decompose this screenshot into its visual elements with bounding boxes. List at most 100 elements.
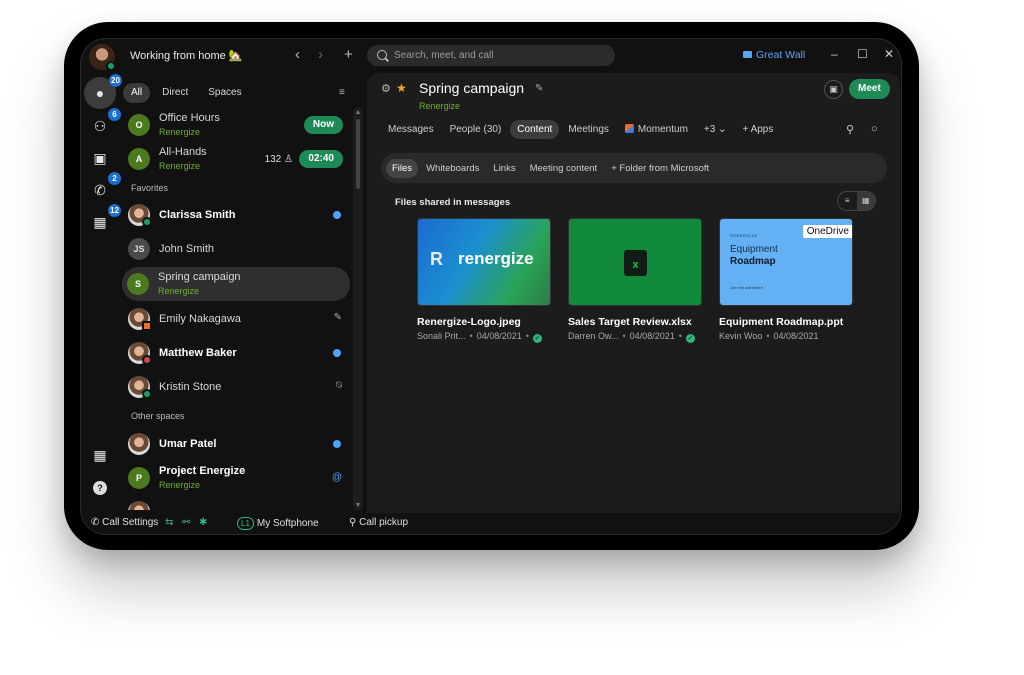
list-filter-tabs: All Direct Spaces bbox=[123, 83, 250, 103]
scroll-up-icon[interactable]: ▲ bbox=[354, 109, 362, 116]
list-item-name: Kristin Stone bbox=[159, 381, 222, 393]
other-spaces-label: Other spaces bbox=[131, 411, 185, 421]
excel-icon: x bbox=[624, 250, 647, 276]
search-input[interactable]: Search, meet, and call bbox=[367, 45, 615, 66]
filter-direct[interactable]: Direct bbox=[154, 83, 196, 103]
space-team[interactable]: Renergize bbox=[419, 101, 460, 111]
rail-teams[interactable]: ⚇ 6 bbox=[85, 108, 121, 141]
filter-spaces[interactable]: Spaces bbox=[200, 83, 249, 103]
file-thumbnail: x bbox=[568, 218, 702, 306]
meet-button[interactable]: Meet bbox=[849, 79, 890, 99]
presence-dnd-icon bbox=[142, 355, 152, 365]
call-pickup-icon: ⚲ bbox=[349, 517, 357, 528]
list-item-name: Matthew Baker bbox=[159, 347, 237, 359]
subtab-meeting-content[interactable]: Meeting content bbox=[524, 159, 604, 178]
tab-momentum[interactable]: Momentum bbox=[618, 120, 695, 139]
schedule-meeting-button[interactable]: ▣ bbox=[824, 80, 843, 99]
scroll-thumb[interactable] bbox=[356, 119, 360, 189]
filter-icon[interactable]: ≡ bbox=[339, 87, 348, 98]
tab-messages[interactable]: Messages bbox=[381, 120, 441, 139]
meeting-timer-button[interactable]: 02:40 bbox=[299, 150, 343, 168]
new-button[interactable]: + bbox=[344, 46, 353, 64]
user-avatar[interactable] bbox=[89, 44, 116, 71]
rail-apps[interactable]: ▦ bbox=[85, 440, 115, 470]
tab-content[interactable]: Content bbox=[510, 120, 560, 139]
close-button[interactable]: ✕ bbox=[884, 47, 894, 61]
tab-people[interactable]: People (30) bbox=[443, 120, 509, 139]
phone-icon: ✆ bbox=[94, 181, 106, 198]
list-scrollbar[interactable]: ▲ ▼ bbox=[353, 107, 363, 511]
thumbnail-footer: Join the adventure bbox=[730, 285, 763, 290]
list-item-matthew-baker[interactable]: Matthew Baker bbox=[123, 337, 351, 369]
rail-help[interactable]: ? bbox=[85, 473, 115, 503]
list-item-partial[interactable] bbox=[123, 496, 351, 510]
momentum-icon bbox=[624, 124, 634, 133]
file-card-equipment-roadmap[interactable]: RENERGIZE Equipment Roadmap Join the adv… bbox=[719, 218, 855, 341]
subtab-whiteboards[interactable]: Whiteboards bbox=[420, 159, 485, 178]
list-item-project-energize[interactable]: P Project Energize Renergize @ bbox=[123, 462, 351, 494]
grid-view-icon[interactable]: ▦ bbox=[856, 192, 875, 210]
search-space-icon[interactable]: ○ bbox=[871, 123, 878, 135]
minimize-button[interactable]: – bbox=[831, 47, 838, 61]
favorite-star-icon[interactable]: ★ bbox=[396, 81, 407, 95]
rail-meetings[interactable]: ▦ 12 bbox=[85, 204, 121, 237]
location-button[interactable]: Great Wall bbox=[743, 49, 805, 61]
file-card-sales-target-review[interactable]: x Sales Target Review.xlsx Darren Ow... •… bbox=[568, 218, 704, 343]
file-name: Sales Target Review.xlsx bbox=[568, 316, 692, 328]
line-tag: L1 bbox=[237, 517, 254, 530]
subtab-files[interactable]: Files bbox=[386, 158, 419, 178]
voicemail-icon[interactable]: ⚯ bbox=[182, 517, 190, 528]
pin-people-icon[interactable]: ⚲ bbox=[846, 123, 854, 136]
tab-momentum-label: Momentum bbox=[637, 124, 688, 135]
join-now-button[interactable]: Now bbox=[303, 116, 343, 134]
call-pickup-button[interactable]: ⚲ Call pickup bbox=[349, 517, 408, 528]
forward-call-icon[interactable]: ⇆ bbox=[165, 517, 173, 528]
maximize-button[interactable]: ☐ bbox=[857, 47, 868, 61]
list-item-name: John Smith bbox=[159, 243, 215, 255]
list-item-john-smith[interactable]: JS John Smith bbox=[123, 233, 351, 265]
help-icon: ? bbox=[93, 481, 107, 495]
tab-add-apps[interactable]: + Apps bbox=[735, 120, 780, 139]
calendar-plus-icon: ▣ bbox=[829, 84, 838, 94]
file-name: Renergize-Logo.jpeg bbox=[417, 316, 521, 328]
settings-gear-icon[interactable]: ⚙ bbox=[381, 82, 391, 95]
avatar bbox=[128, 433, 150, 455]
status-message[interactable]: Working from home 🏡 bbox=[130, 49, 243, 62]
rail-contacts[interactable]: ▣ bbox=[85, 143, 115, 173]
back-button[interactable]: ‹ bbox=[295, 46, 300, 64]
list-item-emily-nakagawa[interactable]: Emily Nakagawa ✎ bbox=[123, 303, 351, 335]
space-avatar: P bbox=[128, 467, 150, 489]
subtab-links[interactable]: Links bbox=[487, 159, 521, 178]
renergize-logo-icon: R bbox=[430, 249, 443, 269]
list-item-all-hands[interactable]: A All-Hands Renergize 132 ♙ 02:40 bbox=[123, 143, 351, 175]
scroll-down-icon[interactable]: ▼ bbox=[354, 502, 362, 509]
contacts-icon: ▣ bbox=[93, 149, 107, 166]
list-item-name: Clarissa Smith bbox=[159, 209, 236, 221]
list-item-kristin-stone[interactable]: Kristin Stone ⍉ bbox=[123, 371, 351, 403]
presence-presenting-icon bbox=[142, 321, 152, 331]
list-item-office-hours[interactable]: O Office Hours Renergize Now bbox=[123, 109, 351, 141]
call-pickup-label: Call pickup bbox=[359, 517, 409, 528]
forward-button[interactable]: › bbox=[318, 46, 323, 64]
tab-more[interactable]: +3 ⌄ bbox=[697, 120, 734, 139]
list-item-clarissa-smith[interactable]: Clarissa Smith bbox=[123, 199, 351, 231]
list-item-umar-patel[interactable]: Umar Patel bbox=[123, 428, 351, 460]
onedrive-tag: OneDrive bbox=[802, 225, 852, 238]
rail-messaging[interactable]: ● 20 bbox=[84, 74, 122, 109]
list-view-icon[interactable]: ≡ bbox=[838, 192, 857, 210]
call-settings-button[interactable]: ✆ Call Settings bbox=[91, 517, 158, 528]
bluetooth-headset-icon[interactable]: ✱ bbox=[199, 517, 207, 528]
file-author: Sonali Prit... bbox=[417, 331, 466, 341]
softphone-button[interactable]: L1 My Softphone bbox=[237, 517, 319, 530]
search-placeholder: Search, meet, and call bbox=[394, 50, 494, 61]
subtab-folder-from-microsoft[interactable]: + Folder from Microsoft bbox=[605, 159, 715, 178]
tab-meetings[interactable]: Meetings bbox=[561, 120, 616, 139]
edit-pencil-icon[interactable]: ✎ bbox=[535, 83, 543, 94]
filter-all[interactable]: All bbox=[123, 83, 151, 103]
rail-calling[interactable]: ✆ 2 bbox=[85, 172, 121, 205]
file-card-renergize-logo[interactable]: R renergize Renergize-Logo.jpeg Sonali P… bbox=[417, 218, 553, 343]
webex-window: Working from home 🏡 ‹ › + Search, meet, … bbox=[80, 38, 902, 535]
list-item-spring-campaign[interactable]: S Spring campaign Renergize bbox=[122, 267, 350, 301]
list-item-name: Office Hours bbox=[159, 112, 220, 124]
draft-pencil-icon: ✎ bbox=[333, 312, 342, 323]
